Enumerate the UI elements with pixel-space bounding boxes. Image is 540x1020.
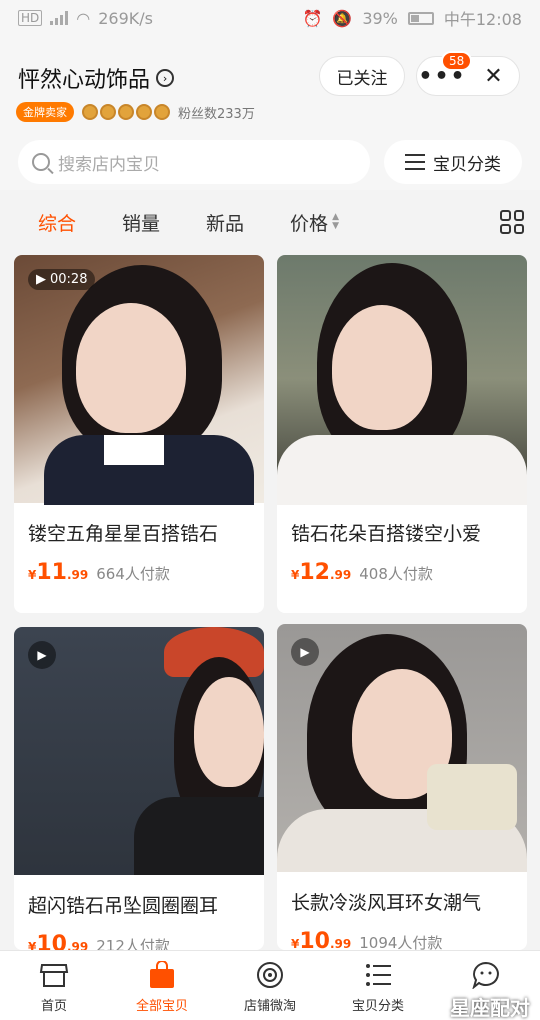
nav-all-items-label: 全部宝贝 bbox=[135, 999, 188, 1014]
play-icon[interactable]: ▶ bbox=[28, 641, 56, 669]
fan-count: 粉丝数233万 bbox=[178, 106, 255, 122]
price-row: ¥11.99 664人付款 bbox=[14, 546, 264, 585]
crown-rating-icon bbox=[82, 104, 170, 120]
price-row: ¥12.99 408人付款 bbox=[277, 546, 527, 585]
search-placeholder: 搜索店内宝贝 bbox=[58, 154, 160, 175]
nav-home-label: 首页 bbox=[40, 999, 67, 1014]
battery-icon bbox=[407, 11, 434, 25]
category-button[interactable]: 宝贝分类 bbox=[384, 140, 522, 184]
product-title: 超闪锆石吊坠圆圈圈耳 bbox=[28, 895, 219, 917]
product-title: 镂空五角星星百搭锆石 bbox=[28, 523, 219, 545]
notification-badge: 58 bbox=[441, 51, 473, 71]
product-image: ▶ bbox=[14, 627, 264, 875]
tab-price[interactable]: 价格 ▲ ▼ bbox=[290, 209, 339, 236]
video-duration: 00:28 bbox=[50, 272, 88, 287]
chevron-right-icon: › bbox=[156, 69, 175, 87]
product-card[interactable]: 锆石花朵百搭镂空小爱 ¥12.99 408人付款 bbox=[277, 255, 527, 613]
sort-tabs: 综合 销量 新品 价格 ▲ ▼ bbox=[0, 190, 540, 254]
bag-icon bbox=[147, 961, 177, 989]
mute-icon: 🔕 bbox=[332, 8, 353, 28]
tab-price-label: 价格 bbox=[290, 212, 329, 235]
product-price: ¥11.99 bbox=[28, 560, 89, 585]
nav-all-items[interactable]: 全部宝贝 bbox=[108, 951, 216, 1020]
chat-icon bbox=[471, 961, 501, 989]
product-card[interactable]: ▶ 长款冷淡风耳环女潮气 ¥10.99 1094人付款 bbox=[277, 624, 527, 950]
tab-comprehensive[interactable]: 综合 bbox=[38, 209, 76, 236]
search-input[interactable]: 搜索店内宝贝 bbox=[18, 140, 370, 184]
category-label: 宝贝分类 bbox=[433, 154, 501, 175]
wifi-icon: ◠ bbox=[76, 8, 91, 28]
product-price: ¥10.99 bbox=[291, 929, 352, 950]
shop-badges: 金牌卖家 粉丝数233万 bbox=[16, 102, 255, 122]
shop-icon bbox=[39, 961, 69, 989]
signal-icon bbox=[50, 11, 69, 25]
tab-new[interactable]: 新品 bbox=[206, 209, 244, 236]
shop-name: 怦然心动饰品 bbox=[18, 68, 151, 93]
play-icon[interactable]: ▶ bbox=[291, 638, 319, 666]
product-card[interactable]: ▶ 超闪锆石吊坠圆圈圈耳 ¥10.99 212人付款 bbox=[14, 627, 264, 950]
search-row: 搜索店内宝贝 宝贝分类 bbox=[0, 134, 540, 190]
product-image: ▶ 00:28 bbox=[14, 255, 264, 505]
follow-button[interactable]: 已关注 bbox=[319, 56, 405, 96]
clock: 中午12:08 bbox=[443, 10, 522, 29]
nav-category-label: 宝贝分类 bbox=[351, 999, 404, 1014]
sort-arrows-icon: ▲ ▼ bbox=[332, 212, 339, 231]
shop-name-link[interactable]: 怦然心动饰品 › bbox=[18, 62, 175, 94]
list-icon bbox=[405, 154, 425, 170]
nav-feed-label: 店铺微淘 bbox=[243, 999, 296, 1014]
seller-badge: 金牌卖家 bbox=[16, 102, 74, 122]
carrier-label: HD bbox=[18, 10, 43, 26]
paid-count: 212人付款 bbox=[96, 937, 170, 950]
tab-sales[interactable]: 销量 bbox=[122, 209, 160, 236]
watermark: 星座配对 bbox=[450, 996, 530, 1020]
product-price: ¥12.99 bbox=[291, 560, 352, 585]
product-image: ▶ bbox=[277, 624, 527, 872]
video-duration-badge: ▶ 00:28 bbox=[28, 269, 96, 290]
product-price: ¥10.99 bbox=[28, 932, 89, 950]
nav-feed[interactable]: 店铺微淘 bbox=[216, 951, 324, 1020]
nav-home[interactable]: 首页 bbox=[0, 951, 108, 1020]
price-row: ¥10.99 212人付款 bbox=[14, 918, 264, 950]
paid-count: 408人付款 bbox=[359, 565, 433, 583]
nav-category[interactable]: 宝贝分类 bbox=[324, 951, 432, 1020]
product-title: 长款冷淡风耳环女潮气 bbox=[291, 892, 482, 914]
shop-header: 怦然心动饰品 › 金牌卖家 粉丝数233万 已关注 ••• ✕ 58 bbox=[0, 36, 540, 134]
paid-count: 1094人付款 bbox=[359, 934, 443, 950]
alarm-icon: ⏰ bbox=[302, 8, 323, 28]
grid-view-icon[interactable] bbox=[500, 210, 524, 234]
product-title: 锆石花朵百搭镂空小爱 bbox=[291, 523, 482, 545]
paid-count: 664人付款 bbox=[96, 565, 170, 583]
product-image bbox=[277, 255, 527, 505]
product-card[interactable]: ▶ 00:28 镂空五角星星百搭锆石 ¥11.99 664人付款 bbox=[14, 255, 264, 613]
network-speed: 269K/s bbox=[98, 8, 153, 28]
status-bar: HD ◠ 269K/s ⏰ 🔕 39% 中午12:08 bbox=[0, 0, 540, 36]
search-icon bbox=[32, 153, 50, 171]
broadcast-icon bbox=[255, 961, 285, 989]
close-icon[interactable]: ✕ bbox=[468, 64, 519, 89]
battery-percent: 39% bbox=[362, 8, 398, 28]
price-row: ¥10.99 1094人付款 bbox=[277, 915, 527, 950]
list-icon bbox=[363, 961, 393, 989]
play-icon: ▶ bbox=[36, 272, 46, 287]
